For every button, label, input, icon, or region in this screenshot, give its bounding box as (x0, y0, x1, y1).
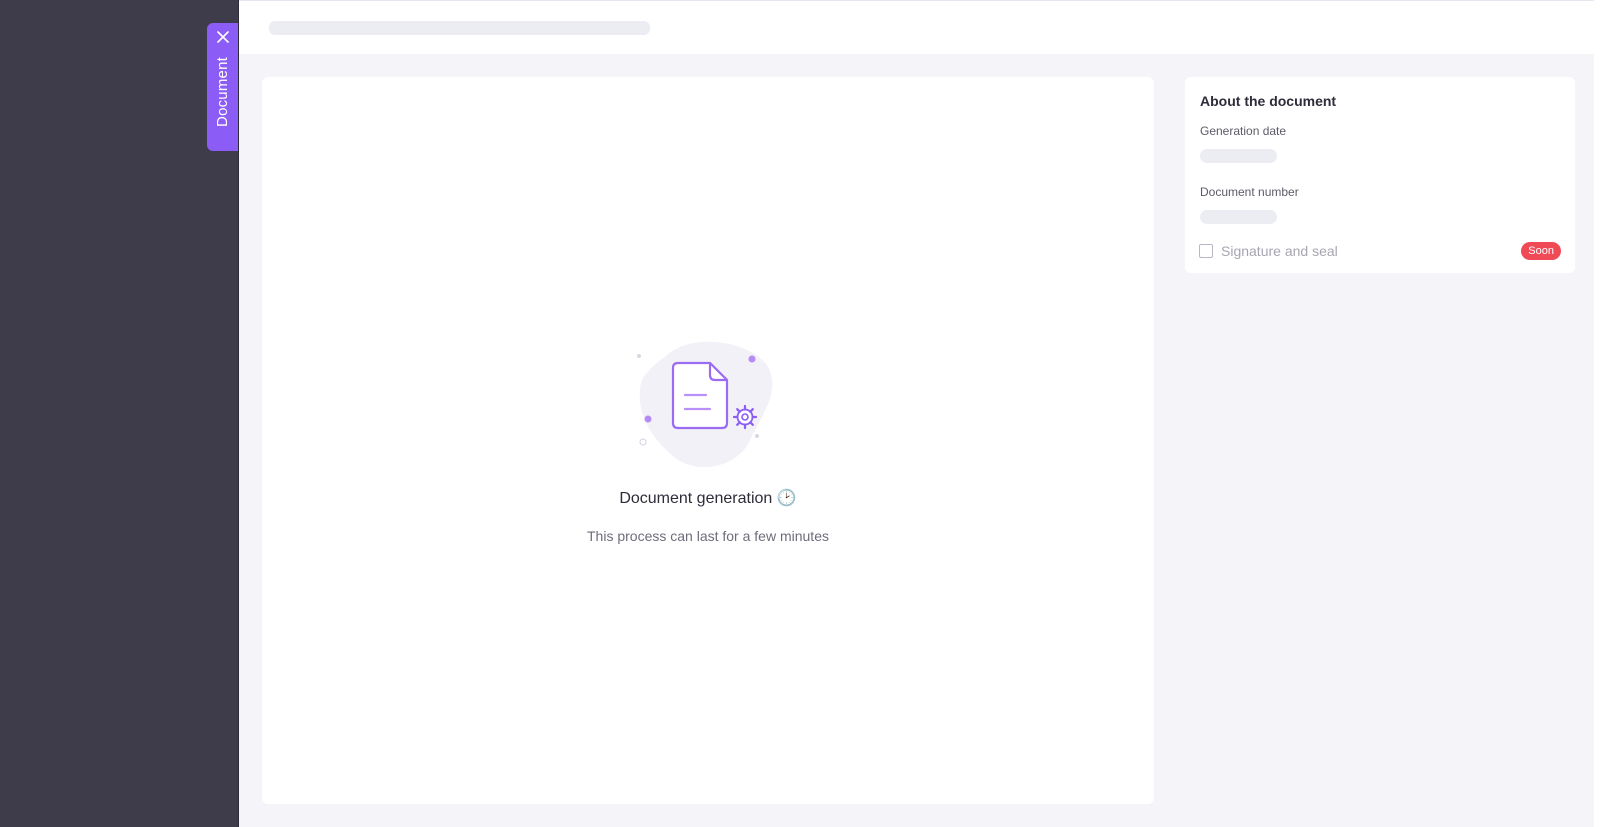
scrollbar-track[interactable] (1594, 0, 1600, 827)
signature-row: Signature and seal Soon (1199, 240, 1561, 262)
gear-icon (732, 404, 758, 430)
document-number-skeleton (1200, 210, 1277, 224)
document-icon (671, 361, 729, 430)
generation-title: Document generation 🕑 (619, 490, 797, 507)
about-title: About the document (1200, 93, 1337, 109)
generation-subtitle: This process can last for a few minutes (587, 528, 829, 544)
document-panel: Document generation 🕑 This process can l… (238, 0, 1600, 827)
generation-date-skeleton (1200, 149, 1277, 163)
drawer-tab-label: Document (214, 57, 231, 127)
signature-label: Signature and seal (1221, 243, 1338, 259)
document-preview: Document generation 🕑 This process can l… (262, 77, 1154, 804)
close-button[interactable] (207, 23, 238, 51)
drawer-tab-document[interactable]: Document (207, 23, 238, 151)
about-document-card: About the document Generation date Docum… (1185, 77, 1575, 273)
header-title-skeleton (269, 21, 650, 35)
document-generation-illustration (637, 341, 773, 467)
generation-date-label: Generation date (1200, 124, 1287, 138)
modal-backdrop[interactable] (0, 0, 238, 827)
signature-checkbox[interactable] (1199, 244, 1213, 258)
panel-header (239, 0, 1600, 54)
close-icon (216, 31, 229, 43)
document-number-label: Document number (1200, 185, 1299, 199)
soon-badge: Soon (1521, 242, 1561, 260)
